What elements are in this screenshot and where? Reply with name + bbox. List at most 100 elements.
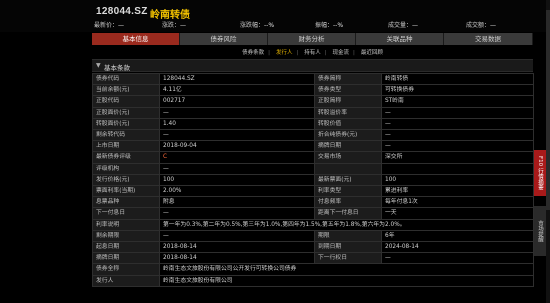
- row-value: [381, 162, 534, 175]
- row-label: 发行人: [92, 274, 160, 287]
- row-label: 转股溢价率: [314, 106, 382, 119]
- tab-bond-risk[interactable]: 债券风险: [180, 33, 268, 45]
- subtab-separator: |: [268, 50, 271, 56]
- row-label: 剩余转代码: [92, 129, 160, 142]
- table-row: 转股面价(元) 1.40 转股价值 —: [92, 117, 534, 131]
- row-label: 下一行权日: [314, 252, 382, 265]
- subtab-recent-review[interactable]: 最近回顾: [361, 48, 383, 56]
- row-label: 利率说明: [92, 218, 160, 231]
- row-label: 票面利率(当期): [92, 185, 160, 198]
- table-row: 正股代码 002717 正股简称 ST岭南: [92, 95, 534, 108]
- stat-price: 最新价：—: [94, 22, 125, 29]
- tab-basic-info[interactable]: 基本信息: [92, 33, 180, 45]
- row-value: 岭南生态文旅股份有限公司: [159, 274, 534, 287]
- row-label: 评级机构: [92, 162, 160, 175]
- row-label: 当前余额(元): [92, 84, 160, 97]
- row-label: 正股面价(元): [92, 106, 160, 119]
- row-label: 摘牌日期: [92, 252, 160, 265]
- row-value: —: [159, 162, 315, 175]
- row-label: 正股简称: [314, 95, 382, 108]
- row-label: 债券代码: [92, 72, 160, 86]
- row-value: 深交所: [381, 151, 534, 164]
- row-value: 2018-09-04: [159, 140, 315, 153]
- row-label: 最新债券评级: [92, 151, 160, 164]
- row-value: ST岭南: [381, 95, 534, 108]
- stat-change: 涨跌：—: [162, 22, 187, 29]
- sub-tabs: 债券条款 | 发行人 | 持有人 | 现金流 | 最近回顾: [92, 48, 533, 58]
- row-label: 债券简称: [314, 72, 382, 86]
- section-header-basic-terms[interactable]: ▼ 基本条款: [92, 59, 533, 72]
- row-value: 128044.SZ: [159, 72, 315, 86]
- row-value: 2018-08-14: [159, 241, 315, 254]
- row-value: 1.40: [159, 117, 315, 131]
- quote-stats: 最新价：— 涨跌：— 涨跌幅：--% 振幅：--% 成交量：— 成交额：—: [94, 20, 534, 30]
- row-label: 起息日期: [92, 241, 160, 254]
- row-value: —: [381, 117, 534, 131]
- main-tabs: 基本信息 债券风险 财务分析 关联品种 交易数据: [92, 33, 533, 45]
- row-value: 2.00%: [159, 185, 315, 198]
- table-row: 摘牌日期 2018-08-14 下一行权日 —: [92, 252, 534, 265]
- row-value: —: [381, 129, 534, 142]
- table-row: 债券代码 128044.SZ 债券简称 岭南转债: [92, 72, 534, 86]
- row-label: 最新票面(元): [314, 173, 382, 187]
- stat-amplitude: 振幅：--%: [315, 22, 344, 29]
- row-label: 息票品种: [92, 196, 160, 209]
- row-label: 利率类型: [314, 185, 382, 198]
- row-label: 折合纯债券(元): [314, 129, 382, 142]
- table-row: 债券全称 岭南生态文旅股份有限公司公开发行可转换公司债券: [92, 263, 534, 276]
- row-label: 转股价值: [314, 117, 382, 131]
- tab-trading-data[interactable]: 交易数据: [444, 33, 533, 45]
- row-value: 累进利率: [381, 185, 534, 198]
- table-row: 当前余额(元) 4.11亿 债券类型 可转换债券: [92, 84, 534, 97]
- vertical-scrollbar[interactable]: [546, 0, 550, 303]
- subtab-bond-terms[interactable]: 债券条款: [242, 48, 264, 56]
- row-value: —: [159, 207, 315, 220]
- row-value: 100: [159, 173, 315, 187]
- subtab-cash-flow[interactable]: 现金流: [333, 48, 350, 56]
- bond-name: 岭南转债: [150, 10, 190, 21]
- subtab-separator: |: [296, 50, 299, 56]
- row-label: [314, 162, 382, 175]
- tab-related-products[interactable]: 关联品种: [356, 33, 444, 45]
- table-row: 正股面价(元) — 转股溢价率 —: [92, 106, 534, 119]
- stat-turnover: 成交额：—: [466, 22, 497, 29]
- section-title: 基本条款: [104, 64, 130, 72]
- row-label: 债券全称: [92, 263, 160, 276]
- table-row: 最新债券评级 C 交易市场 深交所: [92, 151, 534, 164]
- table-row: 票面利率(当期) 2.00% 利率类型 累进利率: [92, 185, 534, 198]
- f10-summary-button[interactable]: F10 行情摘要: [534, 150, 546, 196]
- row-label: 下一付息日: [92, 207, 160, 220]
- subtab-separator: |: [353, 50, 355, 56]
- row-label: 付息频率: [314, 196, 382, 209]
- row-value: —: [159, 106, 315, 119]
- row-value: —: [381, 106, 534, 119]
- row-value: 002717: [159, 95, 315, 108]
- row-label: 正股代码: [92, 95, 160, 108]
- row-label: 距离下一付息日: [314, 207, 382, 220]
- market-alert-button[interactable]: 市场提醒: [534, 206, 546, 256]
- row-value: —: [381, 252, 534, 265]
- row-value: 2018-08-14: [159, 252, 315, 265]
- row-value: 岭南生态文旅股份有限公司公开发行可转换公司债券: [159, 263, 534, 276]
- collapse-triangle-icon[interactable]: ▼: [96, 62, 101, 69]
- table-row: 剩余期限 — 期限 6年: [92, 229, 534, 243]
- bond-code: 128044.SZ: [96, 6, 148, 17]
- row-value: 一天: [381, 207, 534, 220]
- row-value: 第一年为0.3%,第二年为0.5%,第三年为1.0%,第四年为1.5%,第五年为…: [159, 218, 534, 231]
- row-value: —: [159, 229, 315, 243]
- tab-financial-analysis[interactable]: 财务分析: [268, 33, 356, 45]
- row-label: 交易市场: [314, 151, 382, 164]
- scrollbar-thumb[interactable]: [546, 10, 550, 210]
- subtab-holders[interactable]: 持有人: [304, 48, 321, 56]
- subtab-issuer[interactable]: 发行人: [276, 48, 293, 56]
- row-label: 期限: [314, 229, 382, 243]
- stat-change-pct: 涨跌幅：--%: [240, 22, 275, 29]
- quote-header: 128044.SZ 岭南转债 最新价：— 涨跌：— 涨跌幅：--% 振幅：--%…: [0, 0, 550, 32]
- row-value: 100: [381, 173, 534, 187]
- row-value: —: [381, 140, 534, 153]
- table-row: 起息日期 2018-08-14 到期日期 2024-08-14: [92, 241, 534, 254]
- table-row: 上市日期 2018-09-04 摘牌日期 —: [92, 140, 534, 153]
- row-label: 剩余期限: [92, 229, 160, 243]
- table-row: 发行价格(元) 100 最新票面(元) 100: [92, 173, 534, 187]
- row-value: 可转换债券: [381, 84, 534, 97]
